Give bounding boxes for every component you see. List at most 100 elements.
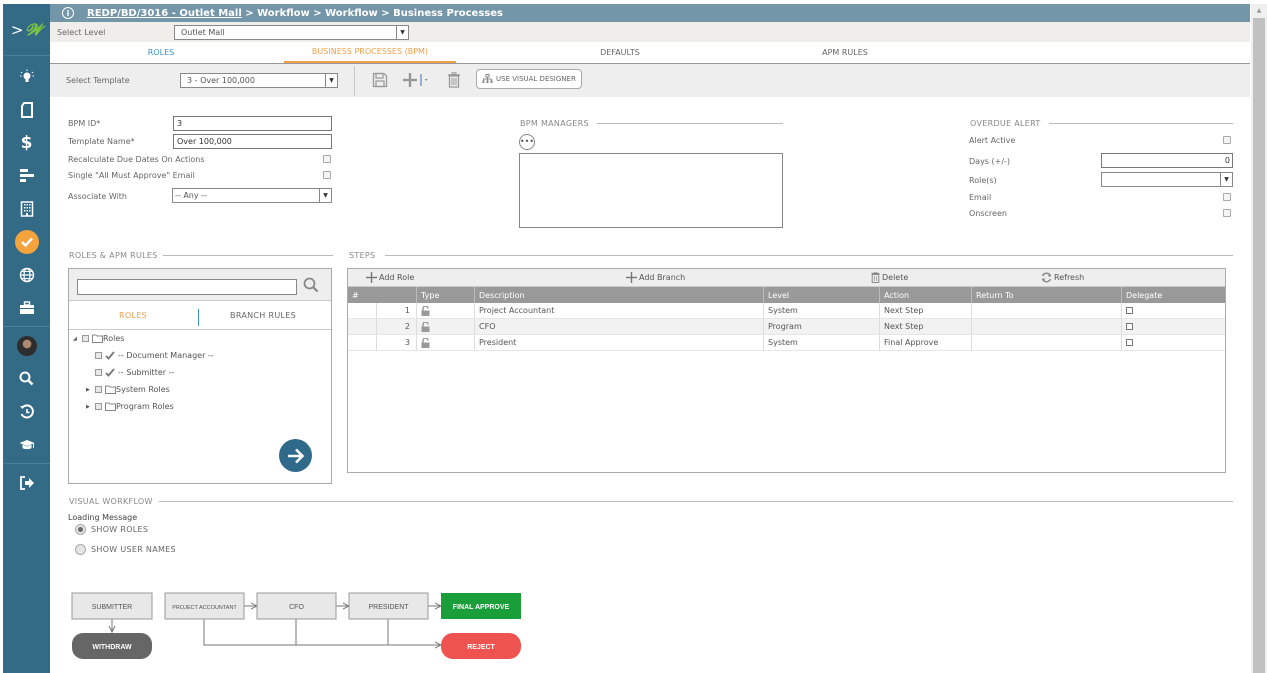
roles-search-input[interactable] xyxy=(77,279,297,295)
delete-icon[interactable] xyxy=(447,72,461,88)
expanded-triangle-icon[interactable]: ◢ xyxy=(73,336,79,342)
delegate-checkbox[interactable] xyxy=(1126,339,1133,346)
node-president[interactable]: PRESIDENT xyxy=(348,592,429,620)
sidebar-item-logout[interactable] xyxy=(3,466,50,499)
sidebar-item-financials[interactable]: $ xyxy=(3,126,50,159)
scroll-up-icon[interactable]: ▲ xyxy=(1251,4,1267,16)
tree-node-submitter[interactable]: -- Submitter -- xyxy=(95,368,174,377)
table-row[interactable]: 1 Project Accountant System Next Step xyxy=(348,303,1225,319)
tab-defaults[interactable]: DEFAULTS xyxy=(540,42,700,63)
add-icon[interactable] xyxy=(402,72,430,88)
email-checkbox[interactable] xyxy=(1223,193,1231,201)
node-cfo[interactable]: CFO xyxy=(256,592,337,620)
tree-node-roles[interactable]: ◢ Roles xyxy=(73,334,124,343)
sidebar-item-search[interactable] xyxy=(3,362,50,395)
bpm-managers-list[interactable] xyxy=(519,153,783,228)
tree-checkbox[interactable] xyxy=(82,335,89,342)
delegate-checkbox[interactable] xyxy=(1126,307,1133,314)
days-input[interactable]: 0 xyxy=(1101,153,1233,168)
onscreen-checkbox[interactable] xyxy=(1223,209,1231,217)
table-row[interactable]: 2 CFO Program Next Step xyxy=(348,319,1225,335)
sidebar-item-reports[interactable] xyxy=(3,159,50,192)
roles-dropdown[interactable]: ▼ xyxy=(1101,172,1233,187)
refresh-button[interactable]: Refresh xyxy=(1041,272,1084,283)
collapsed-triangle-icon[interactable]: ▶ xyxy=(86,404,92,410)
scrollbar-thumb[interactable] xyxy=(1253,18,1265,673)
node-final-approve[interactable]: FINAL APPROVE xyxy=(441,593,521,619)
delegate-checkbox[interactable] xyxy=(1126,323,1133,330)
save-icon[interactable] xyxy=(372,72,388,88)
delete-step-button[interactable]: Delete xyxy=(871,272,908,283)
step-action: Final Approve xyxy=(879,335,971,350)
table-row[interactable]: 3 President System Final Approve xyxy=(348,335,1225,351)
checkmark-icon xyxy=(105,368,115,377)
alert-active-checkbox[interactable] xyxy=(1223,136,1231,144)
column-header-action[interactable]: Action xyxy=(879,287,971,303)
tree-checkbox[interactable] xyxy=(95,369,102,376)
tab-apm-rules[interactable]: APM RULES xyxy=(765,42,925,63)
sidebar-item-history[interactable] xyxy=(3,395,50,428)
column-header-number[interactable]: # xyxy=(348,287,416,303)
sidebar-item-buildings[interactable] xyxy=(3,192,50,225)
sidebar-item-workflow[interactable] xyxy=(3,225,50,258)
tree-checkbox[interactable] xyxy=(95,386,102,393)
document-icon xyxy=(20,101,33,118)
select-template-dropdown[interactable]: 3 - Over 100,000 ▼ xyxy=(180,73,338,88)
bar-chart-icon xyxy=(19,168,34,182)
tree-node-document-manager[interactable]: -- Document Manager -- xyxy=(95,351,214,360)
roles-panel-tabs: ROLES BRANCH RULES xyxy=(69,301,331,330)
breadcrumb-project-link[interactable]: REDP/BD/3016 - Outlet Mall xyxy=(87,8,242,19)
node-project-accountant[interactable]: PROJECT ACCOUNTANT xyxy=(164,592,245,620)
tab-branch-rules[interactable]: BRANCH RULES xyxy=(199,301,327,330)
single-email-label: Single "All Must Approve" Email xyxy=(68,171,195,180)
step-return-to xyxy=(971,335,1121,350)
bpm-id-input[interactable]: 3 xyxy=(173,116,332,131)
step-number-value: 2 xyxy=(404,322,410,331)
associate-with-dropdown[interactable]: -- Any -- ▼ xyxy=(172,188,332,203)
show-user-names-radio[interactable]: SHOW USER NAMES xyxy=(75,544,176,555)
radio-selected[interactable] xyxy=(75,524,86,535)
sidebar-toggle[interactable]: > 𝓦 xyxy=(3,4,50,56)
connector-reject xyxy=(203,619,441,645)
add-to-steps-button[interactable] xyxy=(279,439,312,472)
select-level-dropdown[interactable]: Outlet Mall ▼ xyxy=(174,24,409,40)
sidebar-item-portfolio[interactable] xyxy=(3,291,50,324)
toolbar-divider xyxy=(354,66,355,96)
single-email-checkbox[interactable] xyxy=(323,171,331,179)
node-reject[interactable]: REJECT xyxy=(441,633,521,659)
tree-node-program-roles[interactable]: ▶ Program Roles xyxy=(86,402,174,411)
node-submitter[interactable]: SUBMITTER xyxy=(71,592,153,620)
tree-checkbox[interactable] xyxy=(95,352,102,359)
section-divider xyxy=(1049,123,1233,124)
sidebar-item-documents[interactable] xyxy=(3,93,50,126)
tab-roles-list[interactable]: ROLES xyxy=(69,301,197,330)
more-options-button[interactable]: ••• xyxy=(519,134,535,150)
vertical-scrollbar[interactable]: ▲ xyxy=(1251,4,1267,673)
column-header-level[interactable]: Level xyxy=(763,287,879,303)
radio-unselected[interactable] xyxy=(75,544,86,555)
add-branch-button[interactable]: Add Branch xyxy=(626,272,685,283)
tree-node-system-roles[interactable]: ▶ System Roles xyxy=(86,385,170,394)
sidebar-item-global[interactable] xyxy=(3,258,50,291)
column-header-delegate[interactable]: Delegate xyxy=(1121,287,1225,303)
collapsed-triangle-icon[interactable]: ▶ xyxy=(86,387,92,393)
tab-business-processes[interactable]: BUSINESS PROCESSES (BPM) xyxy=(284,42,456,63)
sidebar-item-ideas[interactable] xyxy=(3,60,50,93)
column-header-type[interactable]: Type xyxy=(416,287,474,303)
use-visual-designer-button[interactable]: USE VISUAL DESIGNER xyxy=(476,69,582,89)
template-name-input[interactable]: Over 100,000 xyxy=(173,134,332,149)
add-role-button[interactable]: Add Role xyxy=(366,272,414,283)
tab-roles[interactable]: ROLES xyxy=(80,42,242,63)
tree-checkbox[interactable] xyxy=(95,403,102,410)
main-tabs: ROLES BUSINESS PROCESSES (BPM) DEFAULTS … xyxy=(50,42,1250,64)
show-roles-radio[interactable]: SHOW ROLES xyxy=(75,524,148,535)
node-withdraw[interactable]: WITHDRAW xyxy=(72,633,152,659)
sidebar-item-training[interactable] xyxy=(3,428,50,461)
chevron-down-icon: ▼ xyxy=(319,189,331,202)
column-header-description[interactable]: Description xyxy=(474,287,763,303)
search-icon[interactable] xyxy=(303,277,319,293)
sidebar-item-profile[interactable] xyxy=(3,329,50,362)
info-icon[interactable]: i xyxy=(62,7,74,19)
recalculate-due-dates-checkbox[interactable] xyxy=(323,155,331,163)
column-header-return-to[interactable]: Return To xyxy=(971,287,1121,303)
